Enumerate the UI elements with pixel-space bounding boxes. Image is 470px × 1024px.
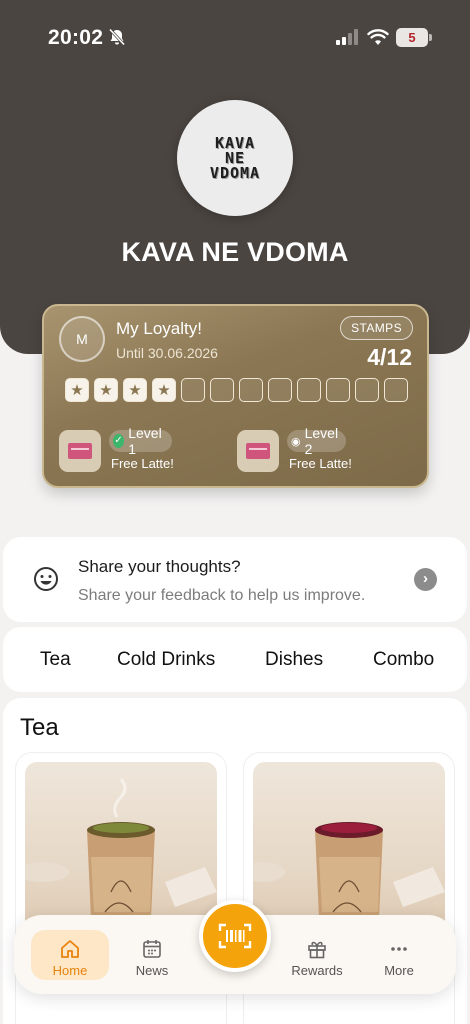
feedback-subtitle: Share your feedback to help us improve. — [78, 587, 366, 604]
tab-rewards[interactable]: Rewards — [278, 930, 356, 980]
stamp-empty — [210, 378, 234, 402]
stamp-filled: ★ — [94, 378, 118, 402]
stamp-filled: ★ — [65, 378, 89, 402]
loyalty-expiry: Until 30.06.2026 — [116, 345, 218, 361]
barcode-icon — [218, 923, 252, 949]
home-icon — [61, 940, 79, 958]
signal-icon — [336, 29, 358, 45]
stamp-filled: ★ — [123, 378, 147, 402]
calendar-icon — [143, 940, 161, 958]
gift-card-icon — [237, 430, 279, 472]
gift-icon — [308, 941, 326, 959]
star-icon: ★ — [99, 382, 113, 399]
star-icon: ★ — [70, 382, 84, 399]
loyalty-title: My Loyalty! — [116, 319, 202, 338]
category-combo[interactable]: Combo — [373, 649, 434, 671]
more-icon — [391, 947, 407, 951]
tab-label: News — [135, 963, 169, 978]
loyalty-card[interactable]: M My Loyalty! Until 30.06.2026 STAMPS 4/… — [42, 304, 429, 488]
status-time: 20:02 — [48, 26, 104, 49]
star-icon: ★ — [128, 382, 142, 399]
level-badge: ◉ Level 2 — [287, 425, 347, 457]
level-label: Level 1 — [128, 425, 162, 457]
avatar: M — [59, 316, 105, 362]
smile-icon — [34, 567, 58, 591]
battery-indicator: 5 — [396, 28, 432, 47]
gift-card-icon — [59, 430, 101, 472]
tab-news[interactable]: News — [113, 930, 191, 980]
stamp-empty — [355, 378, 379, 402]
category-tea[interactable]: Tea — [40, 649, 71, 671]
chevron-right-icon[interactable]: › — [414, 568, 437, 591]
feedback-title: Share your thoughts? — [78, 557, 241, 576]
wifi-icon — [367, 29, 389, 45]
stamp-empty — [181, 378, 205, 402]
stamp-grid: ★ ★ ★ ★ — [65, 378, 408, 402]
eye-icon: ◉ — [291, 435, 301, 448]
level-badge: ✓ Level 1 — [109, 425, 173, 457]
status-bar: 20:02 5 — [0, 0, 470, 76]
brand-logo: KAVA NE VDOMA — [177, 100, 293, 216]
level-reward: Free Latte! — [289, 456, 352, 471]
category-cold-drinks[interactable]: Cold Drinks — [117, 649, 215, 671]
star-icon: ★ — [157, 382, 171, 399]
category-tabs: Tea Cold Drinks Dishes Combo — [3, 627, 467, 692]
stamp-empty — [239, 378, 263, 402]
stamp-empty — [297, 378, 321, 402]
feedback-card[interactable]: Share your thoughts? Share your feedback… — [3, 537, 467, 622]
tab-label: Home — [52, 963, 88, 978]
bell-muted-icon — [108, 28, 126, 46]
level-label: Level 2 — [304, 425, 339, 457]
tab-label: More — [384, 963, 414, 978]
stamps-badge: STAMPS — [340, 316, 413, 340]
tab-more[interactable]: More — [360, 930, 438, 980]
stamp-empty — [268, 378, 292, 402]
tab-label: Rewards — [291, 963, 343, 978]
scan-button[interactable] — [199, 900, 271, 972]
logo-line: VDOMA — [209, 163, 261, 182]
brand-name: KAVA NE VDOMA — [121, 237, 349, 267]
stamp-empty — [326, 378, 350, 402]
stamp-filled: ★ — [152, 378, 176, 402]
category-dishes[interactable]: Dishes — [265, 649, 323, 671]
section-title: Tea — [20, 714, 59, 741]
stamp-empty — [384, 378, 408, 402]
level-reward: Free Latte! — [111, 456, 174, 471]
check-icon: ✓ — [113, 434, 125, 448]
tab-home[interactable]: Home — [31, 930, 109, 980]
stamps-count: 4/12 — [367, 344, 412, 370]
